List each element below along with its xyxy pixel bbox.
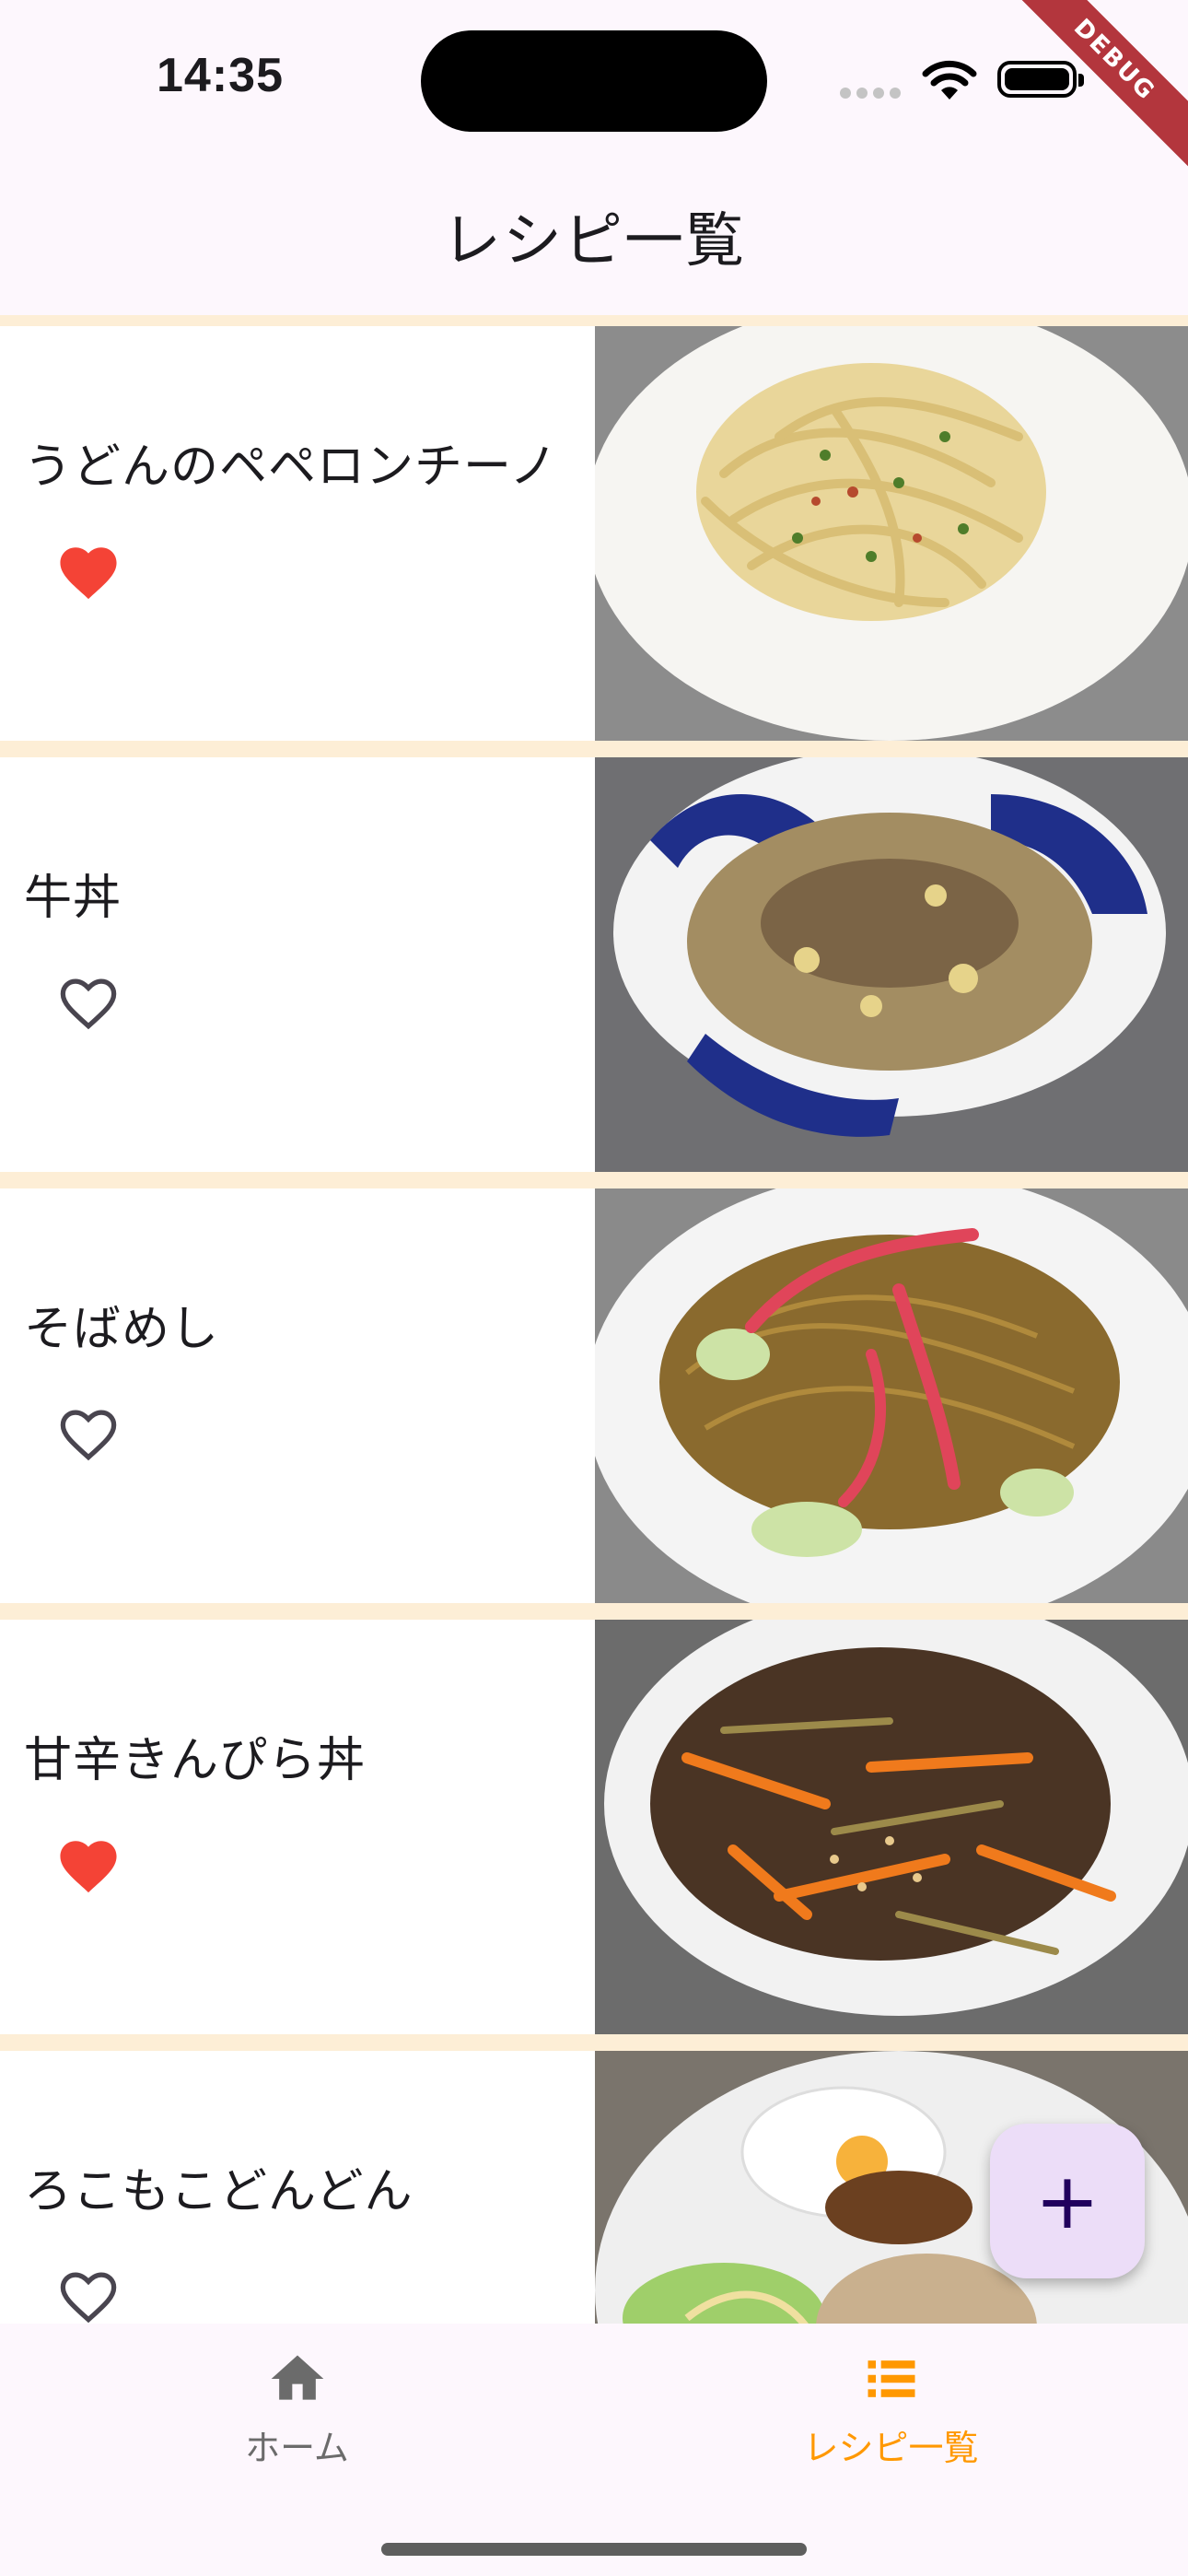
favorite-heart-icon[interactable] [55,543,122,602]
battery-icon [997,61,1084,98]
recipe-photo [595,757,1188,1172]
nav-item-recipe-list[interactable]: レシピ一覧 [594,2324,1188,2508]
app-bar: レシピ一覧 [0,157,1188,315]
nav-item-home[interactable]: ホーム [0,2324,594,2508]
favorite-heart-outline-icon[interactable] [55,2267,122,2324]
recipe-title: そばめし [24,1302,220,1357]
list-icon [868,2360,914,2397]
status-bar: 14:35 [0,0,1188,157]
cellular-signal-icon [840,85,906,102]
recipe-card[interactable]: 甘辛きんぴら丼 [0,1620,1188,2034]
recipe-title: 甘辛きんぴら丼 [24,1733,367,1788]
status-time: 14:35 [157,49,284,102]
recipe-photo [595,1188,1188,1603]
bottom-navigation: ホーム レシピ一覧 [0,2324,1188,2576]
nav-label-recipe-list: レシピ一覧 [803,2428,979,2468]
recipe-title: ろこもこどんどん [24,2164,413,2219]
recipe-card[interactable]: うどんのペペロンチーノ [0,326,1188,741]
recipe-photo [595,326,1188,741]
recipe-title: うどんのペペロンチーノ [24,439,558,495]
home-icon [271,2355,323,2400]
recipe-list[interactable]: うどんのペペロンチーノ 牛丼 そばめし 甘辛きんぴら丼 ろこもこどんどん [0,315,1188,2324]
recipe-photo [595,1620,1188,2034]
recipe-card[interactable]: そばめし [0,1188,1188,1603]
recipe-title: 牛丼 [24,871,122,926]
page-title: レシピ一覧 [442,207,746,275]
favorite-heart-outline-icon[interactable] [55,1405,122,1464]
wifi-icon [922,60,977,100]
add-recipe-button[interactable]: + [990,2124,1145,2278]
favorite-heart-icon[interactable] [55,1836,122,1895]
recipe-card[interactable]: 牛丼 [0,757,1188,1172]
plus-icon: + [1034,2156,1101,2246]
home-indicator[interactable] [381,2543,807,2556]
favorite-heart-outline-icon[interactable] [55,974,122,1033]
nav-label-home: ホーム [245,2428,349,2468]
dynamic-island [421,30,767,132]
